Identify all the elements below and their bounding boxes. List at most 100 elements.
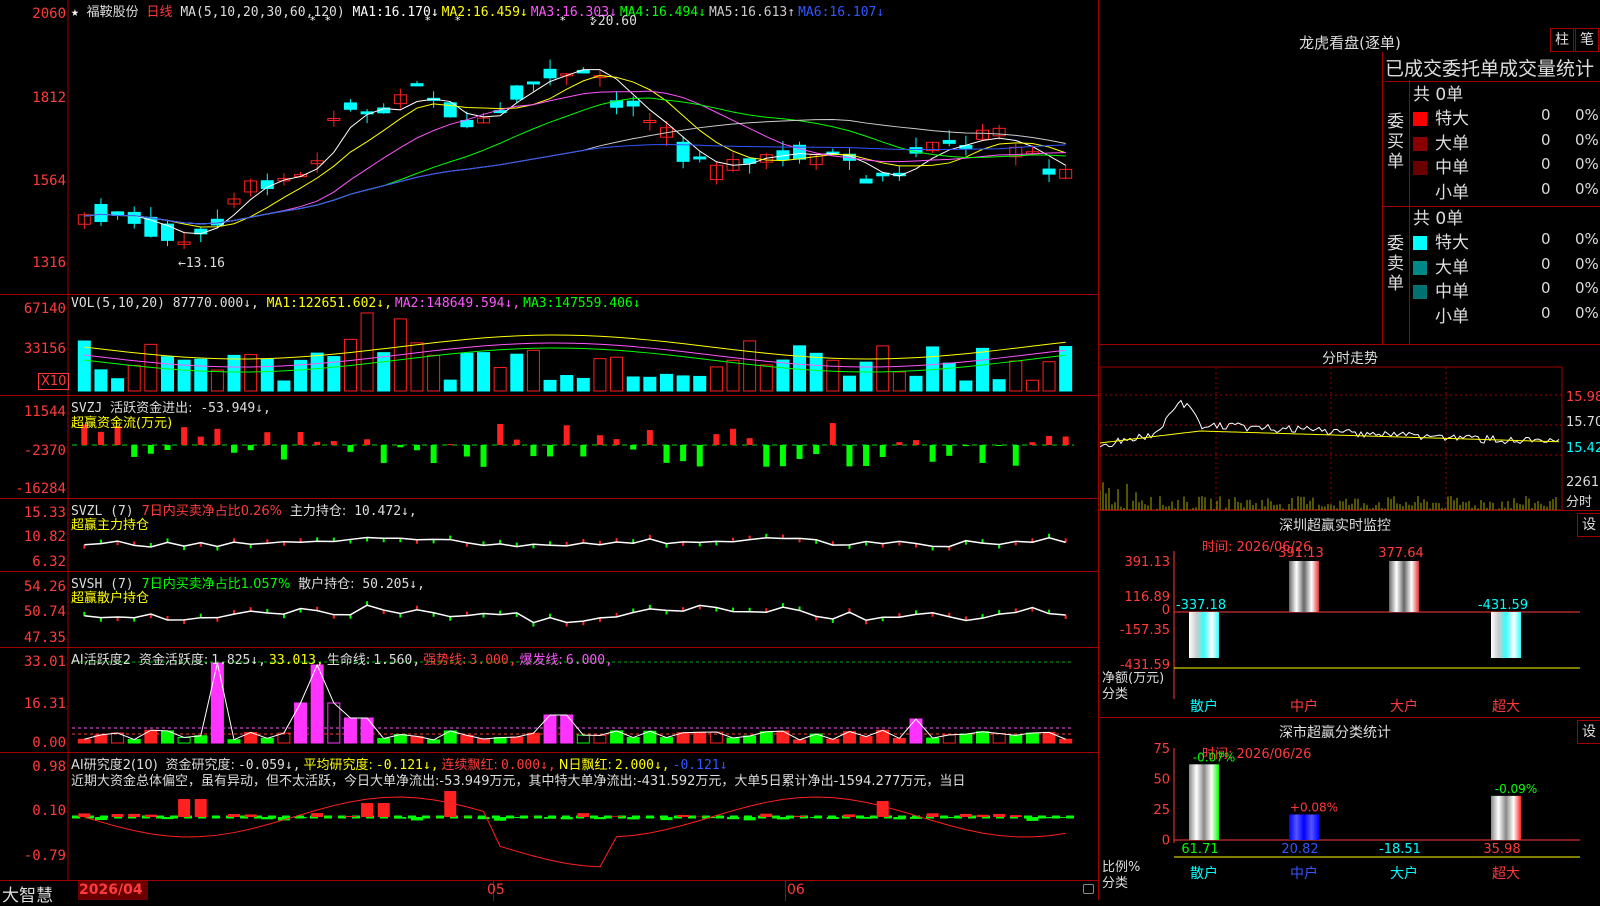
row-name: 小单 xyxy=(1435,307,1469,327)
ai-research-panel[interactable]: AI研究度2(10) 资金研究度:-0.059↓,平均研究度:-0.121↓,连… xyxy=(0,753,1098,880)
research-bar xyxy=(927,813,939,817)
flow-bar xyxy=(680,445,686,461)
research-bar xyxy=(827,817,839,819)
svzl-axis-1: 10.82 xyxy=(0,529,66,545)
ma-val: 16.170↓ xyxy=(384,5,439,20)
flow-bar xyxy=(314,442,320,445)
tick-view-button[interactable]: 笔 xyxy=(1575,28,1599,52)
ma-line xyxy=(84,145,1065,224)
volume-bar xyxy=(211,370,223,391)
volume-bar xyxy=(1026,380,1038,391)
ai1-axis-2: 0.00 xyxy=(0,735,66,751)
intraday-chart[interactable] xyxy=(1100,345,1600,510)
activity-bar xyxy=(594,735,606,743)
svzl-desc: 7日内买卖净占比0.26% xyxy=(141,504,282,519)
vol-scale-x10[interactable]: X10 xyxy=(38,373,69,390)
flow-bar xyxy=(447,444,453,445)
volume-bar xyxy=(577,378,589,391)
research-bar xyxy=(161,817,173,819)
volume-bar xyxy=(95,370,107,391)
row-count: 0 xyxy=(1541,304,1551,322)
row-percent: 0% xyxy=(1575,106,1599,124)
volume-bar xyxy=(361,313,373,391)
cls-bar xyxy=(1289,814,1319,840)
volume-panel[interactable]: VOL(5,10,20) 87770.000↓, MA1:122651.602↓… xyxy=(0,295,1098,396)
ai1-item-5: 强势线: xyxy=(423,653,466,668)
sell-orders-label: 委卖单 xyxy=(1387,234,1405,294)
svzl-axis-0: 15.33 xyxy=(0,505,66,521)
svzl-item: 主力持仓: xyxy=(290,504,346,519)
activity-bar xyxy=(361,718,373,743)
star-icon[interactable]: ★ xyxy=(71,5,79,20)
ai1-item-1: 1.825↓, xyxy=(211,653,266,668)
lock-icon[interactable] xyxy=(1083,884,1094,894)
legend-swatch xyxy=(1413,112,1427,126)
month-06: 06 xyxy=(787,882,805,898)
volume-bar xyxy=(195,359,207,391)
fs-axis-2: 15.42 xyxy=(1566,441,1600,456)
kline-chart[interactable]: ****** xyxy=(0,0,1098,294)
svsh-panel[interactable]: SVSH (7) 7日内买卖净占比1.057% 散户持仓: 50.205↓, 超… xyxy=(0,572,1098,648)
activity-bar xyxy=(511,737,523,743)
flow-bar xyxy=(481,445,487,467)
volume-bar xyxy=(611,357,623,391)
mon-bar xyxy=(1491,612,1521,658)
svzj-axis-1: -2370 xyxy=(0,443,66,459)
cls-axis-label: 25 xyxy=(1153,803,1170,818)
row-name: 特大 xyxy=(1435,233,1469,253)
research-bar xyxy=(843,814,855,817)
monitor-chart[interactable]: 391.13116.890-157.35-431.59-337.18散户391.… xyxy=(1100,511,1600,717)
sell-row-1: 大单 xyxy=(1413,253,1469,278)
flow-bar xyxy=(1046,436,1052,445)
vol-ma-key: MA2: xyxy=(395,296,426,311)
classify-chart[interactable]: 7550250-0.07%61.71散户+0.08%20.82中户-18.51大… xyxy=(1100,718,1600,900)
date-label: 2026/04 xyxy=(79,882,143,898)
activity-bar xyxy=(1026,733,1038,743)
sell-row-0: 特大 xyxy=(1413,228,1469,253)
cls-bar-value: 35.98 xyxy=(1483,842,1520,857)
classify-panel[interactable]: 深市超赢分类统计 设 时间: 2026/06/26 7550250-0.07%6… xyxy=(1100,718,1600,900)
ai-activity-panel[interactable]: AI活跃度2 资金活跃度:1.825↓,33.013,生命线:1.560,强势线… xyxy=(0,648,1098,753)
holding-line xyxy=(84,538,1065,547)
mon-category: 大户 xyxy=(1390,698,1418,715)
activity-bar xyxy=(478,739,490,743)
monitor-panel[interactable]: 深圳超赢实时监控 设 时间: 2026/06/26 391.13116.890-… xyxy=(1100,511,1600,718)
research-bar xyxy=(95,817,107,820)
volume-bar xyxy=(245,355,257,391)
activity-bar xyxy=(1010,735,1022,743)
row-name: 中单 xyxy=(1435,158,1469,178)
stock-name[interactable]: 福鞍股份 xyxy=(87,5,139,20)
ma-val: 16.494↓ xyxy=(651,5,706,20)
candle xyxy=(95,204,107,221)
row-percent: 0% xyxy=(1575,155,1599,173)
month-05: 05 xyxy=(487,882,505,898)
research-bar xyxy=(1026,817,1038,821)
candle xyxy=(112,212,124,215)
research-bar xyxy=(977,815,989,817)
low-price-label: ←13.16 xyxy=(178,256,225,271)
mon-bar xyxy=(1189,612,1219,658)
bar-view-button[interactable]: 柱 xyxy=(1550,28,1574,52)
research-bar xyxy=(877,801,889,817)
mon-category: 中户 xyxy=(1290,698,1318,715)
intraday-panel[interactable]: 分时走势 15.98 15.70 15.42 2261 分时 xyxy=(1100,345,1600,511)
svzj-panel[interactable]: SVZJ 活跃资金进出: -53.949↓, 超赢资金流(万元) 11544 -… xyxy=(0,396,1098,499)
flow-bar xyxy=(381,445,387,463)
flow-bar xyxy=(530,445,536,456)
activity-bar xyxy=(910,719,922,743)
flow-bar xyxy=(547,445,553,456)
volume-bar xyxy=(544,380,556,391)
activity-bar xyxy=(78,739,90,743)
buy-row-3: 小单 xyxy=(1413,178,1469,203)
cls-category: 超大 xyxy=(1492,866,1520,882)
vol-ma-val: 147559.406↓ xyxy=(554,296,640,311)
period-label[interactable]: 日线 xyxy=(147,5,173,20)
ai1-values: 资金活跃度:1.825↓,33.013,生命线:1.560,强势线:3.000,… xyxy=(139,653,616,668)
svsh-item: 散户持仓: xyxy=(298,577,354,592)
row-count: 0 xyxy=(1541,255,1551,273)
ma-val: 16.613↑ xyxy=(740,5,795,20)
cls-axis-label: 75 xyxy=(1153,742,1170,757)
kline-panel[interactable]: ****** ★ 福鞍股份 日线 MA(5,10,20,30,60,120) M… xyxy=(0,0,1098,295)
svzl-panel[interactable]: SVZL (7) 7日内买卖净占比0.26% 主力持仓: 10.472↓, 超赢… xyxy=(0,499,1098,572)
activity-bar xyxy=(993,734,1005,743)
